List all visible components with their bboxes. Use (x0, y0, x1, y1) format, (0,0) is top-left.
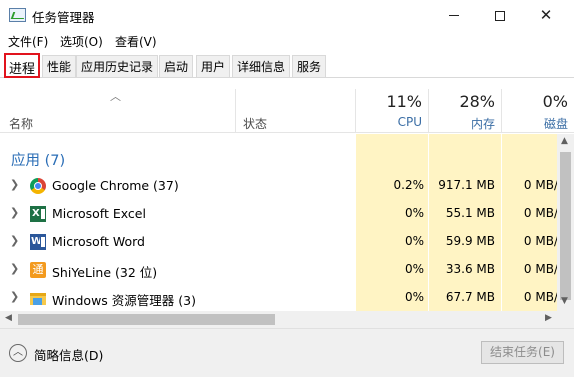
column-divider[interactable] (235, 89, 236, 133)
menu-file[interactable]: 文件(F) (8, 33, 48, 50)
process-name: Microsoft Excel (52, 206, 146, 221)
sort-arrow-icon: ︿ (110, 90, 121, 103)
column-disk[interactable]: 磁盘 (502, 115, 568, 132)
process-name: Microsoft Word (52, 234, 145, 249)
column-status[interactable]: 状态 (243, 115, 267, 132)
process-cpu: 0% (404, 234, 424, 248)
shiyeline-icon: 通 (30, 262, 46, 278)
scroll-left-icon[interactable]: ◀ (5, 313, 12, 323)
process-list: 应用 (7) ❯ Google Chrome (37) 0.2% 917.1 M… (0, 134, 558, 311)
end-task-button[interactable]: 结束任务(E) (481, 341, 564, 364)
process-memory: 67.7 MB (445, 290, 495, 304)
process-row[interactable]: ❯ X Microsoft Excel 0% 55.1 MB 0 MB/ (0, 200, 558, 228)
horizontal-scroll-thumb[interactable] (18, 314, 275, 325)
process-disk: 0 MB/ (523, 206, 558, 220)
scroll-up-icon[interactable]: ▲ (561, 136, 568, 146)
excel-icon: X (30, 206, 46, 222)
tab-strip: 进程 性能 应用历史记录 启动 用户 详细信息 服务 (0, 53, 574, 78)
footer-bar: ︿ 简略信息(D) 结束任务(E) (0, 328, 574, 377)
process-row[interactable]: ❯ Google Chrome (37) 0.2% 917.1 MB 0 MB/ (0, 172, 558, 200)
process-disk: 0 MB/ (523, 262, 558, 276)
process-name: Google Chrome (37) (52, 178, 179, 193)
vertical-scroll-thumb[interactable] (560, 152, 571, 300)
process-name: ShiYeLine (32 位) (52, 265, 158, 280)
process-cpu: 0% (404, 262, 424, 276)
tab-processes[interactable]: 进程 (4, 53, 41, 78)
maximize-button[interactable] (477, 0, 523, 31)
process-memory: 33.6 MB (445, 262, 495, 276)
tab-details[interactable]: 详细信息 (232, 55, 291, 77)
column-memory[interactable]: 内存 (429, 115, 495, 132)
tab-services[interactable]: 服务 (292, 55, 327, 77)
process-row[interactable]: ❯ 通 ShiYeLine (32 位) 0% 33.6 MB 0 MB/ (0, 256, 558, 284)
menu-bar: 文件(F) 选项(O) 查看(V) (0, 31, 574, 51)
process-memory: 55.1 MB (445, 206, 495, 220)
minimize-icon (449, 15, 459, 16)
process-memory: 917.1 MB (438, 178, 495, 192)
title-bar: 任务管理器 ✕ (0, 0, 574, 31)
tab-startup[interactable]: 启动 (159, 55, 194, 77)
close-icon: ✕ (539, 6, 553, 24)
explorer-icon (30, 293, 46, 305)
column-cpu[interactable]: CPU (356, 115, 422, 129)
scroll-down-icon[interactable]: ▼ (561, 296, 568, 306)
process-cpu: 0% (404, 206, 424, 220)
chevron-up-icon[interactable]: ︿ (9, 344, 27, 362)
disk-percent[interactable]: 0% (502, 92, 568, 111)
process-disk: 0 MB/ (523, 234, 558, 248)
horizontal-scrollbar[interactable]: ◀ ▶ (0, 311, 574, 328)
vertical-scrollbar[interactable]: ▲ ▼ (557, 134, 574, 311)
window-title: 任务管理器 (32, 10, 95, 25)
column-name[interactable]: 名称 (9, 115, 33, 132)
tab-app-history[interactable]: 应用历史记录 (76, 55, 159, 77)
fewer-details-link[interactable]: 简略信息(D) (34, 345, 103, 364)
chevron-right-icon[interactable]: ❯ (10, 178, 19, 191)
maximize-icon (495, 10, 505, 21)
menu-options[interactable]: 选项(O) (60, 33, 103, 50)
memory-percent[interactable]: 28% (429, 92, 495, 111)
tab-performance[interactable]: 性能 (42, 55, 77, 77)
menu-view[interactable]: 查看(V) (115, 33, 157, 50)
process-memory: 59.9 MB (445, 234, 495, 248)
process-cpu: 0.2% (393, 178, 425, 192)
close-button[interactable]: ✕ (523, 0, 569, 31)
scroll-right-icon[interactable]: ▶ (545, 313, 552, 323)
minimize-button[interactable] (431, 0, 477, 31)
chevron-right-icon[interactable]: ❯ (10, 206, 19, 219)
process-disk: 0 MB/ (523, 178, 558, 192)
group-title-apps: 应用 (7) (11, 153, 66, 169)
chevron-right-icon[interactable]: ❯ (10, 234, 19, 247)
process-name: Windows 资源管理器 (3) (52, 293, 196, 308)
chrome-icon (30, 178, 46, 194)
process-row[interactable]: ❯ Windows 资源管理器 (3) 0% 67.7 MB 0 MB/ (0, 284, 558, 311)
cpu-percent[interactable]: 11% (356, 92, 422, 111)
chevron-right-icon[interactable]: ❯ (10, 290, 19, 303)
word-icon: W (30, 234, 46, 250)
process-disk: 0 MB/ (523, 290, 558, 304)
chevron-right-icon[interactable]: ❯ (10, 262, 19, 275)
tab-users[interactable]: 用户 (196, 55, 231, 77)
process-cpu: 0% (404, 290, 424, 304)
process-row[interactable]: ❯ W Microsoft Word 0% 59.9 MB 0 MB/ (0, 228, 558, 256)
task-manager-icon (9, 8, 26, 22)
